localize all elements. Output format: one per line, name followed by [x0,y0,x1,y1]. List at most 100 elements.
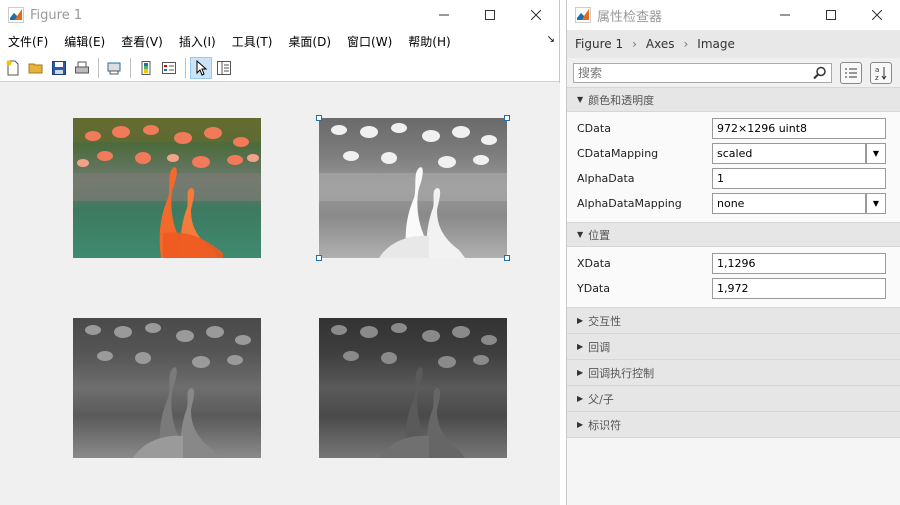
sort-alpha-button[interactable]: az [870,61,892,84]
open-file-button[interactable] [25,57,47,79]
section-title: 标识符 [588,418,622,432]
pointer-arrow-icon [196,59,208,76]
search-icon[interactable] [813,66,827,80]
menu-file[interactable]: 文件(F) [0,30,56,54]
property-inspector-window: 属性检查器 Figure 1 › Axes › Image az [567,0,900,505]
triangle-right-icon: ▶ [577,316,584,325]
prop-label: AlphaData [577,172,635,185]
search-row: az [567,58,900,88]
triangle-right-icon: ▶ [577,368,584,377]
matlab-logo-icon [8,7,24,23]
xdata-field[interactable]: 1,1296 [712,253,886,274]
chevron-down-icon[interactable]: ▼ [866,193,886,214]
menu-window[interactable]: 窗口(W) [339,30,400,54]
menu-tools[interactable]: 工具(T) [224,30,281,54]
selection-handle[interactable] [504,115,510,121]
minimize-button[interactable] [421,0,467,30]
group-view-button[interactable] [840,61,862,84]
close-icon [872,10,882,20]
selection-handle[interactable] [504,255,510,261]
image-color-flamingos[interactable] [73,118,261,258]
menu-edit[interactable]: 编辑(E) [56,30,113,54]
maximize-button[interactable] [808,0,854,30]
figure-toolbar [0,54,559,82]
prop-label: CData [577,122,611,135]
close-button[interactable] [854,0,900,30]
close-button[interactable] [513,0,559,30]
window-title: Figure 1 [30,7,83,23]
section-callback-exec[interactable]: ▶ 回调执行控制 [567,360,900,386]
prop-row-cdatamapping: CDataMapping scaled ▼ [567,141,900,166]
section-identifiers[interactable]: ▶ 标识符 [567,412,900,438]
inspector-titlebar: 属性检查器 [567,0,900,30]
cdatamapping-select[interactable]: scaled [712,143,866,164]
chevron-down-icon[interactable]: ▼ [866,143,886,164]
window-title: 属性检查器 [597,9,663,25]
section-position[interactable]: ▼ 位置 [567,223,900,247]
print-preview-icon [107,62,121,74]
menu-insert[interactable]: 插入(I) [171,30,224,54]
close-icon [531,10,541,20]
section-interactivity[interactable]: ▶ 交互性 [567,308,900,334]
colorbar-icon [141,60,151,75]
breadcrumb-axes[interactable]: Axes [646,37,675,51]
new-figure-button[interactable] [2,57,24,79]
prop-label: AlphaDataMapping [577,197,682,210]
sort-az-icon: az [875,66,887,81]
section-title: 位置 [588,228,611,242]
section-parent-child[interactable]: ▶ 父/子 [567,386,900,412]
breadcrumb-figure[interactable]: Figure 1 [575,37,623,51]
cdata-field[interactable]: 972×1296 uint8 [712,118,886,139]
colorbar-button[interactable] [135,57,157,79]
figure-canvas [0,83,560,505]
select-value: scaled [717,147,753,160]
maximize-button[interactable] [467,0,513,30]
svg-text:a: a [875,66,879,74]
section-callbacks[interactable]: ▶ 回调 [567,334,900,360]
section-title: 交互性 [588,314,622,328]
flamingo-dark-gray-image [319,318,507,458]
legend-icon [162,61,176,74]
prop-label: YData [577,282,610,295]
select-value: none [717,197,745,210]
image-bright-gray-flamingos[interactable] [319,118,507,258]
toolbar-separator [130,57,131,78]
edit-plot-button[interactable] [190,56,212,79]
image-dark-gray-flamingos[interactable] [319,318,507,458]
image-gray-flamingos[interactable] [73,318,261,458]
open-folder-icon [28,63,43,73]
save-button[interactable] [48,57,70,79]
flamingo-bright-gray-image [319,118,507,258]
figure-titlebar: Figure 1 [0,0,559,30]
ydata-field[interactable]: 1,972 [712,278,886,299]
section-color-alpha[interactable]: ▼ 颜色和透明度 [567,88,900,112]
svg-text:z: z [875,74,879,81]
breadcrumb-image[interactable]: Image [697,37,735,51]
minimize-button[interactable] [762,0,808,30]
props-color-alpha: CData 972×1296 uint8 CDataMapping scaled… [567,112,900,223]
selection-handle[interactable] [316,255,322,261]
triangle-right-icon: ▶ [577,394,584,403]
alphadata-field[interactable]: 1 [712,168,886,189]
dock-icon[interactable]: ↘ [547,34,555,45]
property-inspector-button[interactable] [213,57,235,79]
prop-row-ydata: YData 1,972 [567,276,900,301]
prop-label: XData [577,257,611,270]
matlab-logo-icon [575,7,591,23]
triangle-down-icon: ▼ [577,230,584,239]
minimize-icon [439,14,449,16]
search-input[interactable] [578,65,808,80]
print-preview-button[interactable] [103,57,125,79]
alphadatamapping-select[interactable]: none [712,193,866,214]
menu-help[interactable]: 帮助(H) [400,30,458,54]
menu-desktop[interactable]: 桌面(D) [280,30,339,54]
triangle-right-icon: ▶ [577,342,584,351]
flamingo-gray-image [73,318,261,458]
menu-view[interactable]: 查看(V) [113,30,171,54]
list-view-icon [845,68,857,77]
legend-button[interactable] [158,57,180,79]
menu-bar: 文件(F) 编辑(E) 查看(V) 插入(I) 工具(T) 桌面(D) 窗口(W… [0,30,559,54]
selection-handle[interactable] [316,115,322,121]
chevron-right-icon: › [683,37,689,51]
print-button[interactable] [71,57,93,79]
